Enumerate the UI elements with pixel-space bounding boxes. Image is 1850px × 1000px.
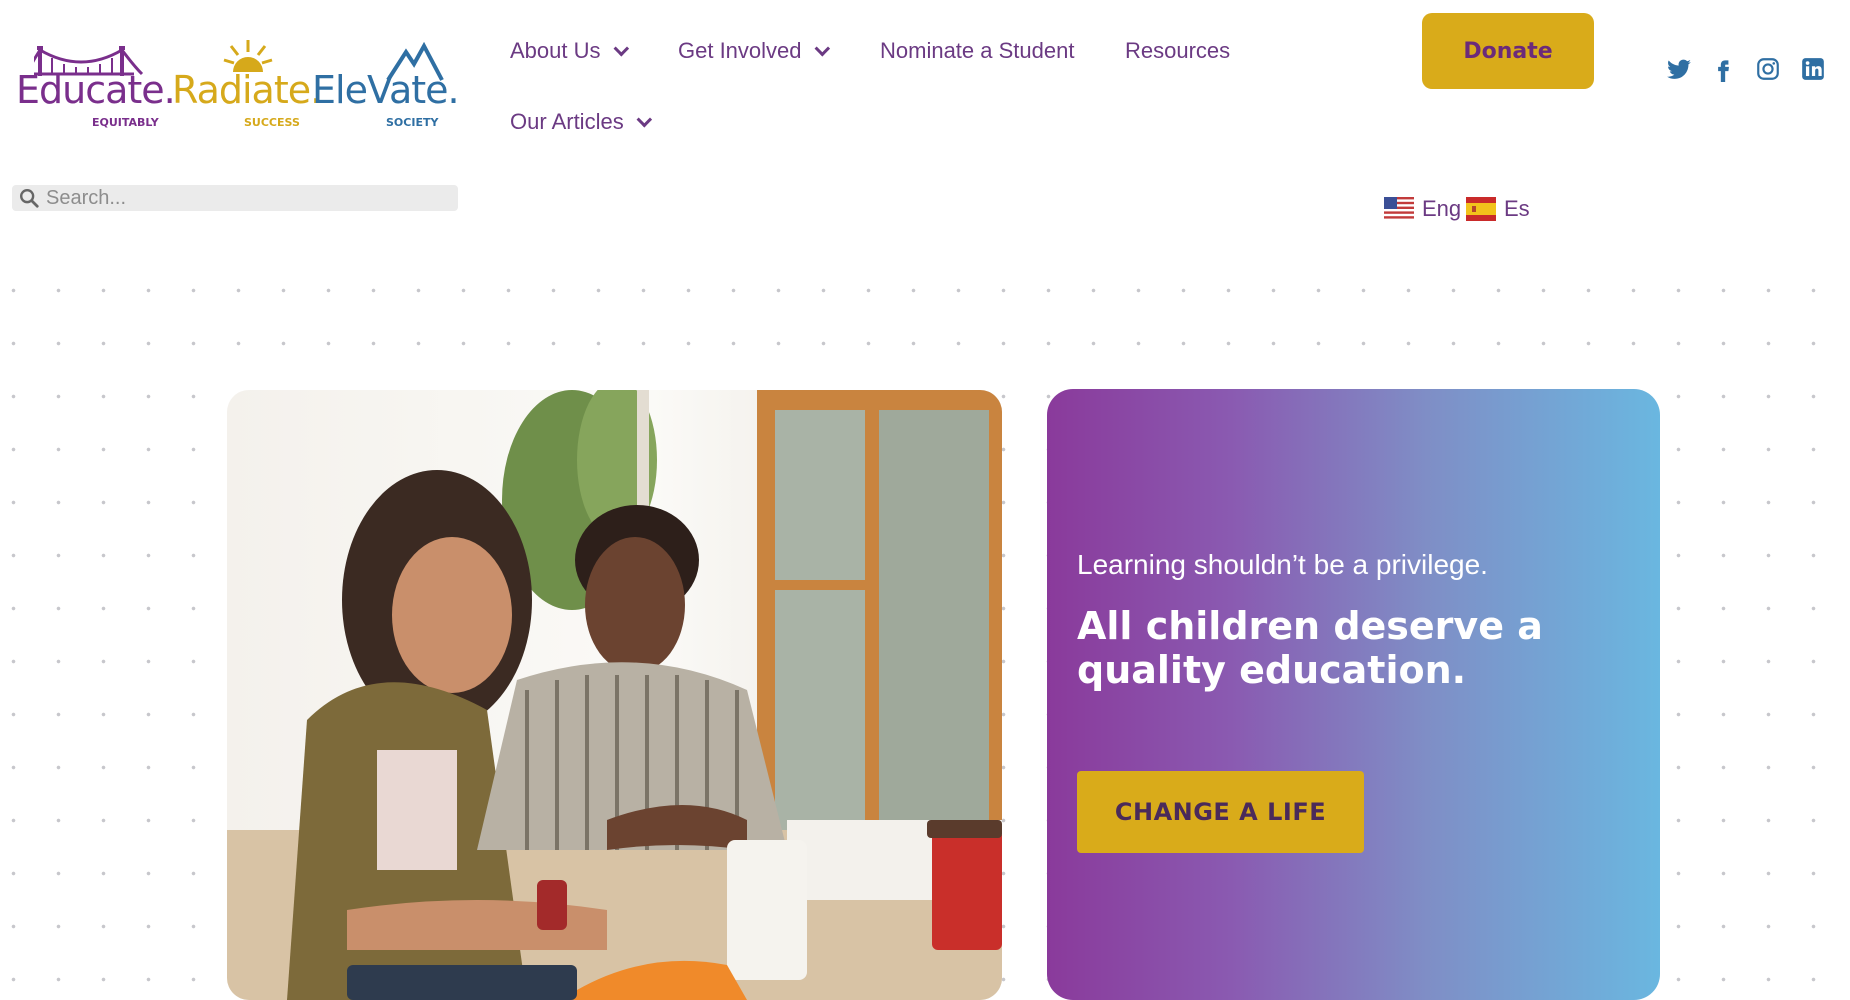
twitter-icon[interactable] [1666,56,1692,82]
nav-nominate-student[interactable]: Nominate a Student [880,38,1074,64]
donate-button[interactable]: Donate [1422,13,1594,89]
search-bar[interactable] [12,185,458,211]
logo-word-radiate: Radiate. [172,68,322,112]
nav-resources[interactable]: Resources [1125,38,1230,64]
nav-get-involved[interactable]: Get Involved [678,38,830,64]
donate-label: Donate [1463,38,1553,64]
logo-word-educate: Educate. [16,68,176,112]
language-english[interactable]: Eng [1384,196,1461,222]
hero-headline: All children deserve a quality education… [1077,604,1543,692]
nav-about-us[interactable]: About Us [510,38,629,64]
language-english-label: Eng [1422,196,1462,221]
linkedin-icon[interactable] [1800,56,1826,82]
logo-sub-society: SOCIETY [386,116,439,129]
students-studying-image [227,390,1002,1000]
nav-our-articles[interactable]: Our Articles [510,109,652,135]
site-logo[interactable]: Educate. Radiate. EleVate. EQUITABLY SUC… [16,38,460,138]
language-spanish-label: Es [1504,196,1530,221]
logo-sub-equitably: EQUITABLY [92,116,159,129]
page: Educate. Radiate. EleVate. EQUITABLY SUC… [0,0,1850,1000]
logo-sub-success: SUCCESS [244,116,300,129]
change-a-life-button[interactable]: CHANGE A LIFE [1077,771,1364,853]
nav-our-articles-label: Our Articles [510,109,624,134]
search-icon [20,189,39,208]
us-flag-icon [1384,197,1414,221]
nav-nominate-student-label: Nominate a Student [880,38,1075,63]
language-spanish[interactable]: Es [1466,196,1530,222]
hero-photo [227,390,1002,1000]
change-a-life-label: CHANGE A LIFE [1114,798,1327,826]
hero-tagline: Learning shouldn’t be a privilege. [1077,549,1488,580]
spain-flag-icon [1466,197,1496,221]
nav-get-involved-label: Get Involved [678,38,802,63]
instagram-icon[interactable] [1755,56,1781,82]
facebook-icon[interactable] [1710,56,1736,82]
hero-card: Learning shouldn’t be a privilege. All c… [1047,389,1660,1000]
nav-about-us-label: About Us [510,38,601,63]
logo-word-elevate: EleVate. [312,68,460,112]
search-input[interactable] [40,186,446,210]
nav-resources-label: Resources [1125,38,1231,63]
